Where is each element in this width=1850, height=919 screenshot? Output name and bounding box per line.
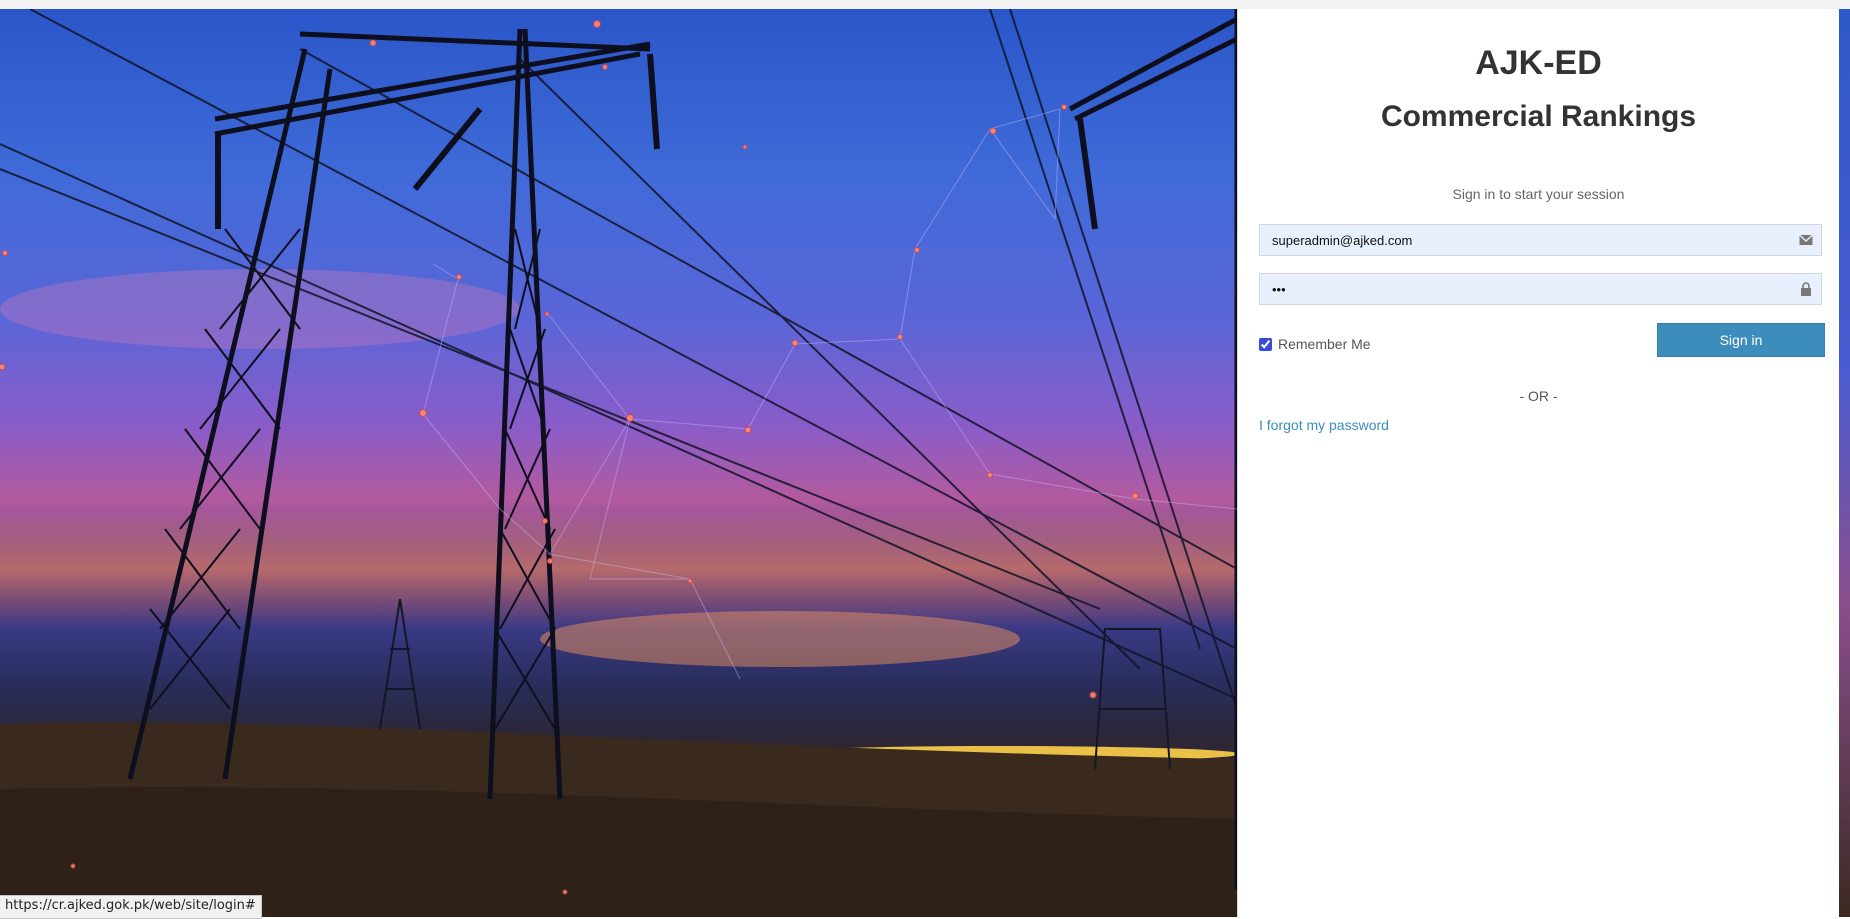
envelope-icon	[1799, 234, 1813, 245]
remember-me[interactable]: Remember Me	[1259, 334, 1371, 354]
background-image-edge	[1838, 9, 1850, 917]
background-image	[0, 9, 1237, 917]
forgot-password-link[interactable]: I forgot my password	[1259, 417, 1389, 433]
login-box-message: Sign in to start your session	[1452, 186, 1625, 202]
app-title: AJK-ED	[1475, 44, 1602, 82]
browser-status-url: https://cr.ajked.gok.pk/web/site/login#	[0, 895, 262, 919]
app-subtitle: Commercial Rankings	[1380, 100, 1697, 133]
remember-me-checkbox[interactable]	[1259, 337, 1272, 351]
password-field	[1259, 273, 1822, 305]
remember-me-label: Remember Me	[1278, 336, 1371, 352]
login-panel: AJK-ED Commercial Rankings Sign in to st…	[1237, 9, 1839, 917]
power-lines-illustration	[0, 9, 1237, 917]
lock-icon	[1801, 282, 1811, 296]
password-input[interactable]	[1260, 274, 1792, 304]
email-input[interactable]	[1260, 225, 1792, 255]
or-divider: - OR -	[1519, 388, 1558, 404]
email-field	[1259, 224, 1822, 256]
sign-in-button[interactable]: Sign in	[1657, 323, 1825, 357]
